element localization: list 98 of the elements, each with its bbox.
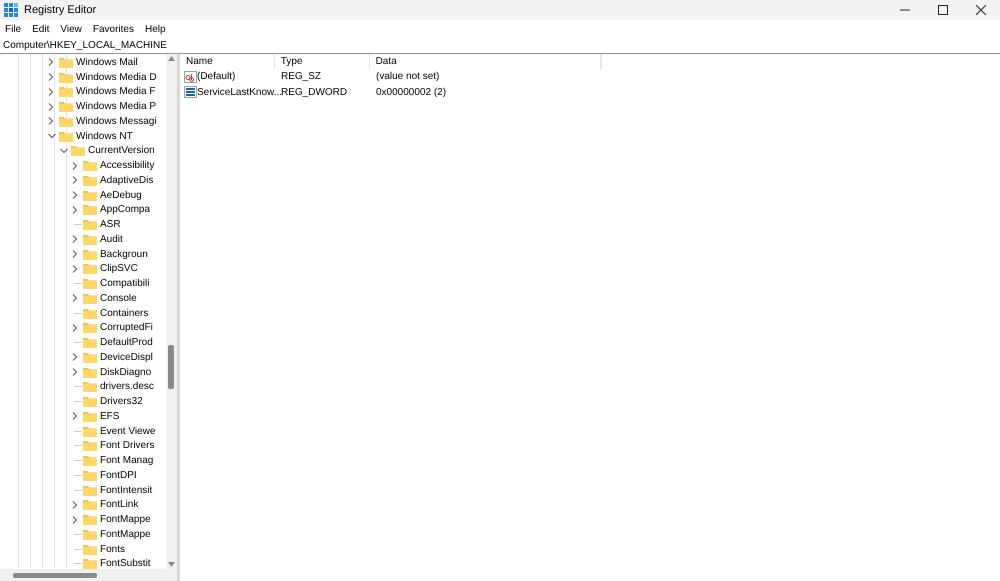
value-data: (value not set) xyxy=(375,70,440,84)
folder-icon xyxy=(83,396,97,408)
column-header[interactable]: Type xyxy=(274,54,370,69)
tree-item[interactable]: Windows Mail xyxy=(76,54,138,70)
folder-icon xyxy=(83,381,97,392)
folder-icon xyxy=(59,86,73,98)
vertical-scrollbar[interactable] xyxy=(166,54,177,569)
scroll-down-icon[interactable] xyxy=(168,562,175,567)
tree-item[interactable]: Console xyxy=(100,290,137,306)
collapse-chevron-icon[interactable] xyxy=(60,148,71,154)
folder-icon xyxy=(83,337,97,348)
tree-item[interactable]: FontMappe xyxy=(100,512,151,528)
folder-icon xyxy=(59,56,73,68)
value-name[interactable]: ServiceLastKnow... xyxy=(197,84,282,100)
window-title: Registry Editor xyxy=(24,2,96,18)
folder-icon xyxy=(83,544,97,555)
folder-icon xyxy=(83,499,97,510)
folder-icon xyxy=(83,234,97,245)
tree-item[interactable]: Compatibili xyxy=(100,276,150,292)
folder-icon xyxy=(59,130,73,142)
tree-item[interactable]: DiskDiagno xyxy=(100,364,152,380)
tree-item[interactable]: Backgroun xyxy=(100,246,148,262)
tree-item[interactable]: EFS xyxy=(100,408,120,424)
folder-icon xyxy=(83,263,97,274)
tree-item[interactable]: ClipSVC xyxy=(100,261,138,276)
address-bar[interactable]: Computer\HKEY_LOCAL_MACHINE xyxy=(0,38,1000,54)
tree-item[interactable]: Fonts xyxy=(100,542,126,557)
folder-icon xyxy=(83,160,97,172)
string-value-icon xyxy=(184,70,197,83)
scrollbar-thumb[interactable] xyxy=(168,344,174,388)
folder-icon xyxy=(59,72,73,83)
folder-icon xyxy=(83,204,97,216)
folder-icon xyxy=(83,366,97,378)
tree-item[interactable]: Accessibility xyxy=(100,158,154,174)
menu-item[interactable]: View xyxy=(56,22,86,36)
folder-icon xyxy=(83,426,97,437)
value-type: REG_SZ xyxy=(280,70,322,84)
close-icon[interactable] xyxy=(976,5,986,15)
tree-item[interactable]: Windows Media D xyxy=(76,70,157,85)
tree-item[interactable]: FontIntensit xyxy=(100,482,152,498)
scrollbar-thumb[interactable] xyxy=(13,572,97,578)
collapse-chevron-icon[interactable] xyxy=(48,133,59,140)
column-header[interactable]: Data xyxy=(370,54,601,69)
folder-icon xyxy=(71,145,85,156)
folder-icon xyxy=(83,322,97,334)
folder-icon xyxy=(59,116,73,127)
tree-item[interactable]: Font Drivers xyxy=(100,438,154,454)
tree-item[interactable]: Windows Messagi xyxy=(76,114,157,129)
folder-icon xyxy=(83,352,97,363)
folder-icon xyxy=(83,558,97,569)
maximize-icon[interactable] xyxy=(938,5,948,15)
tree-item[interactable]: CurrentVersion xyxy=(88,143,155,158)
folder-icon xyxy=(59,101,73,112)
tree-item[interactable]: Audit xyxy=(100,232,123,247)
folder-icon xyxy=(83,248,97,260)
folder-icon xyxy=(83,292,97,304)
scroll-up-icon[interactable] xyxy=(168,56,175,61)
tree-item[interactable]: FontMappe xyxy=(100,526,151,542)
horizontal-scrollbar[interactable] xyxy=(0,569,177,581)
tree-item[interactable]: Containers xyxy=(100,306,148,321)
value-data: 0x00000002 (2) xyxy=(375,86,448,100)
tree-item[interactable]: DeviceDispl xyxy=(100,350,153,365)
folder-icon xyxy=(83,410,97,422)
folder-icon xyxy=(83,190,97,201)
binary-value-icon xyxy=(184,86,197,98)
registry-app-icon xyxy=(4,3,18,17)
tree-item[interactable]: FontDPI xyxy=(100,468,137,483)
folder-icon xyxy=(83,308,97,319)
folder-icon xyxy=(83,219,97,230)
folder-icon xyxy=(83,455,97,466)
tree-item[interactable]: AppCompa xyxy=(100,202,150,218)
tree-item[interactable]: FontLink xyxy=(100,497,138,512)
tree-item[interactable]: Font Manag xyxy=(100,453,154,468)
tree-item[interactable]: drivers.desc xyxy=(100,379,154,394)
folder-icon xyxy=(83,174,97,186)
folder-icon xyxy=(83,440,97,452)
tree-item[interactable]: Windows Media F xyxy=(76,84,156,100)
folder-icon xyxy=(83,470,97,481)
tree-item[interactable]: Drivers32 xyxy=(100,394,143,410)
menu-item[interactable]: Favorites xyxy=(88,22,138,36)
menu-item[interactable]: Help xyxy=(140,22,170,36)
tree-item[interactable]: CorruptedFi xyxy=(100,320,153,336)
tree-item[interactable]: ASR xyxy=(100,217,121,232)
column-header[interactable]: Name xyxy=(180,54,275,69)
tree-item[interactable]: DefaultProd xyxy=(100,335,153,350)
tree-item[interactable]: Event Viewe xyxy=(100,424,156,439)
folder-icon xyxy=(83,514,97,526)
tree-item[interactable]: Windows Media P xyxy=(76,99,156,114)
tree-item[interactable]: FontSubstit xyxy=(100,556,151,569)
folder-icon xyxy=(83,528,97,540)
folder-icon xyxy=(83,484,97,496)
menu-item[interactable]: File xyxy=(1,22,26,36)
folder-icon xyxy=(83,278,97,290)
value-name[interactable]: (Default) xyxy=(197,69,236,84)
tree-item[interactable]: Windows NT xyxy=(76,128,133,144)
tree-item[interactable]: AdaptiveDis xyxy=(100,172,154,188)
menu-item[interactable]: Edit xyxy=(28,22,54,36)
tree-item[interactable]: AeDebug xyxy=(100,188,142,203)
